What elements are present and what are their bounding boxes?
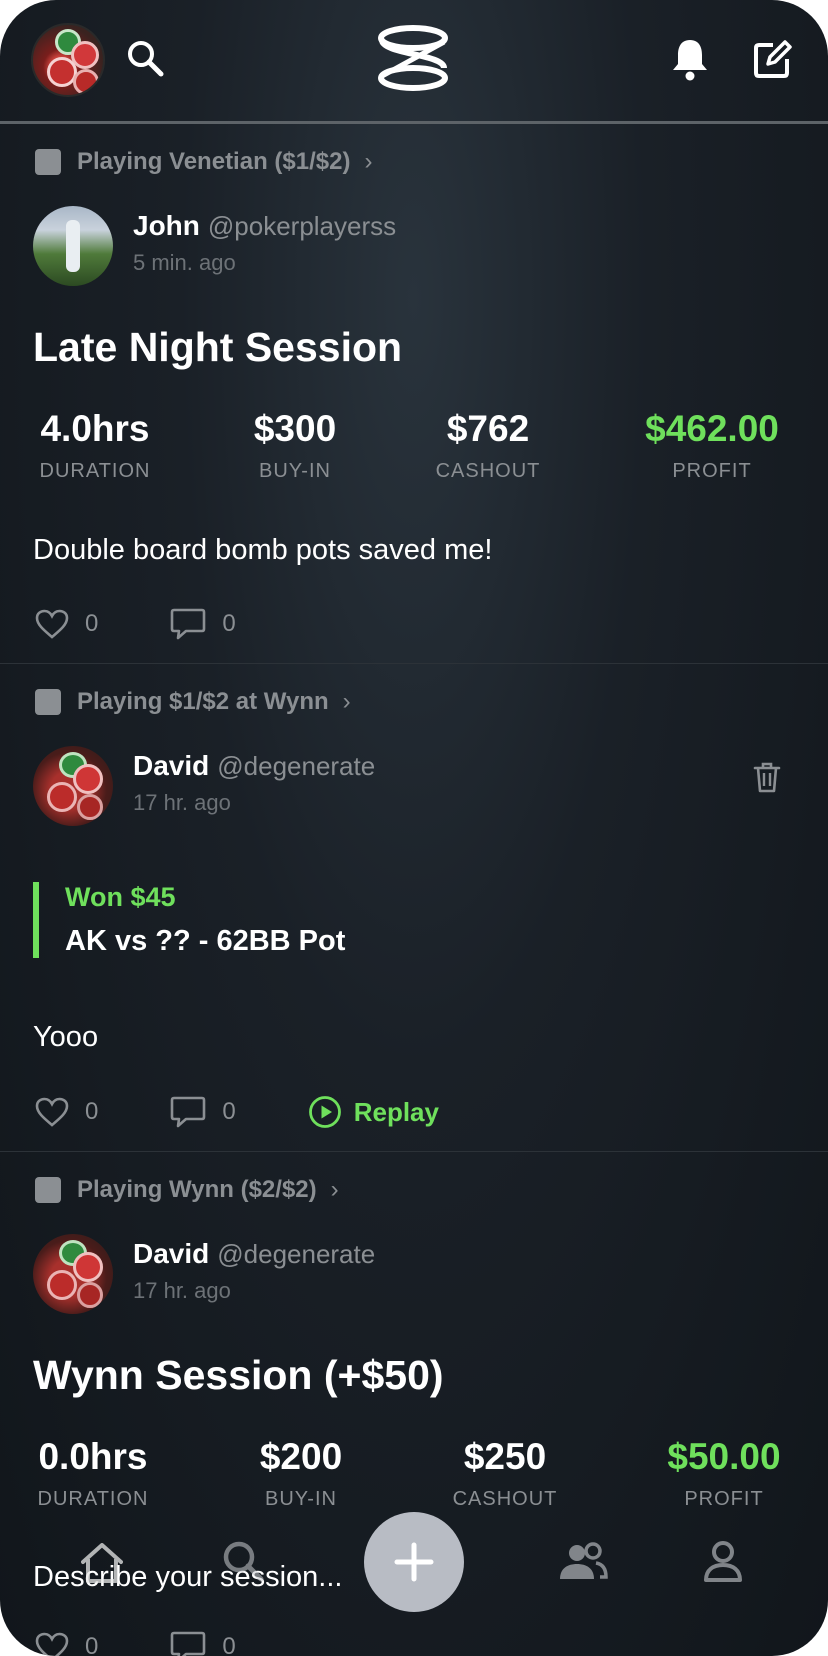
author-handle: @pokerplayerss xyxy=(207,211,397,241)
like-button[interactable]: 0 xyxy=(35,609,98,639)
post-actions: 0 0 xyxy=(35,607,236,641)
home-icon[interactable] xyxy=(78,1540,126,1586)
trash-icon[interactable] xyxy=(752,760,782,794)
like-count: 0 xyxy=(85,610,99,637)
app-screen: Playing Venetian ($1/$2) › John @pokerpla… xyxy=(0,0,828,1656)
comment-icon xyxy=(171,1631,206,1656)
like-button[interactable]: 0 xyxy=(35,1632,98,1656)
author-name: David xyxy=(133,750,210,781)
add-session-button[interactable] xyxy=(364,1512,464,1612)
chip-stack-icon xyxy=(35,1177,61,1203)
hand-summary[interactable]: Won $45 AK vs ?? - 62BB Pot xyxy=(33,882,345,958)
app-logo xyxy=(374,24,452,94)
hand-result: Won $45 xyxy=(65,882,176,912)
stat-cashout: $250 CASHOUT xyxy=(452,1436,558,1510)
chip-stack-icon xyxy=(35,149,61,175)
avatar[interactable] xyxy=(33,206,113,286)
replay-label: Replay xyxy=(353,1096,439,1127)
post-divider xyxy=(0,1151,828,1152)
comment-count: 0 xyxy=(222,1633,236,1656)
avatar[interactable] xyxy=(33,746,113,826)
stat-cashout: $762 CASHOUT xyxy=(435,408,541,482)
heart-icon xyxy=(35,1632,69,1656)
heart-icon xyxy=(35,1097,69,1127)
my-avatar[interactable] xyxy=(31,23,105,97)
stat-buy-in: $300 BUY-IN xyxy=(253,408,337,482)
session-title: Wynn Session (+$50) xyxy=(33,1352,444,1398)
comment-button[interactable]: 0 xyxy=(170,1630,236,1656)
post-author[interactable]: David @degenerate 17 hr. ago xyxy=(33,746,375,826)
top-bar xyxy=(0,0,828,122)
post-context-link[interactable]: Playing Wynn ($2/$2) › xyxy=(35,1176,339,1204)
stat-buy-in: $200 BUY-IN xyxy=(259,1436,343,1510)
post-author[interactable]: David @degenerate 17 hr. ago xyxy=(33,1234,375,1314)
stat-profit: $50.00 PROFIT xyxy=(667,1436,781,1510)
post-divider xyxy=(0,663,828,664)
post-context-label: Playing Wynn ($2/$2) xyxy=(77,1176,317,1203)
post-author[interactable]: John @pokerplayerss 5 min. ago xyxy=(33,206,396,286)
replay-button[interactable]: Replay xyxy=(308,1095,439,1129)
heart-icon xyxy=(35,609,69,639)
plus-icon xyxy=(394,1542,434,1582)
header-divider xyxy=(0,121,828,124)
chip-stack-icon xyxy=(35,689,61,715)
comment-icon xyxy=(171,608,206,640)
like-count: 0 xyxy=(85,1098,99,1125)
post-context-label: Playing Venetian ($1/$2) xyxy=(77,148,351,175)
post-actions: 0 0 xyxy=(35,1630,236,1656)
compose-icon[interactable] xyxy=(750,38,794,82)
author-handle: @degenerate xyxy=(217,751,376,781)
comment-button[interactable]: 0 xyxy=(170,1095,236,1129)
chevron-right-icon: › xyxy=(330,1176,339,1203)
chevron-right-icon: › xyxy=(342,688,351,715)
comment-icon xyxy=(171,1096,206,1128)
comment-count: 0 xyxy=(222,610,236,637)
comment-button[interactable]: 0 xyxy=(170,607,236,641)
post-timestamp: 5 min. ago xyxy=(133,250,236,275)
stat-duration: 0.0hrs DURATION xyxy=(37,1436,149,1510)
bell-icon[interactable] xyxy=(668,36,712,82)
friends-icon[interactable] xyxy=(556,1540,610,1584)
like-count: 0 xyxy=(85,1633,99,1656)
post-timestamp: 17 hr. ago xyxy=(133,790,231,815)
play-circle-icon xyxy=(308,1096,341,1128)
post-actions: 0 0 Replay xyxy=(35,1095,439,1129)
profile-icon[interactable] xyxy=(700,1538,746,1584)
avatar[interactable] xyxy=(33,1234,113,1314)
author-handle: @degenerate xyxy=(217,1239,376,1269)
chevron-right-icon: › xyxy=(364,148,373,175)
comment-count: 0 xyxy=(222,1098,236,1125)
post-body: Double board bomb pots saved me! xyxy=(33,534,493,566)
session-title: Late Night Session xyxy=(33,324,403,370)
post-context-link[interactable]: Playing $1/$2 at Wynn › xyxy=(35,688,351,716)
hand-description: AK vs ?? - 62BB Pot xyxy=(65,925,346,957)
post-body: Yooo xyxy=(33,1021,99,1053)
stat-duration: 4.0hrs DURATION xyxy=(39,408,151,482)
post-context-link[interactable]: Playing Venetian ($1/$2) › xyxy=(35,148,372,176)
search-icon[interactable] xyxy=(124,37,166,79)
author-name: John xyxy=(133,210,200,241)
post-timestamp: 17 hr. ago xyxy=(133,1278,231,1303)
like-button[interactable]: 0 xyxy=(35,1097,98,1127)
author-name: David xyxy=(133,1238,210,1269)
post-context-label: Playing $1/$2 at Wynn xyxy=(77,688,329,715)
stat-profit: $462.00 PROFIT xyxy=(645,408,779,482)
explore-search-icon[interactable] xyxy=(220,1538,266,1584)
